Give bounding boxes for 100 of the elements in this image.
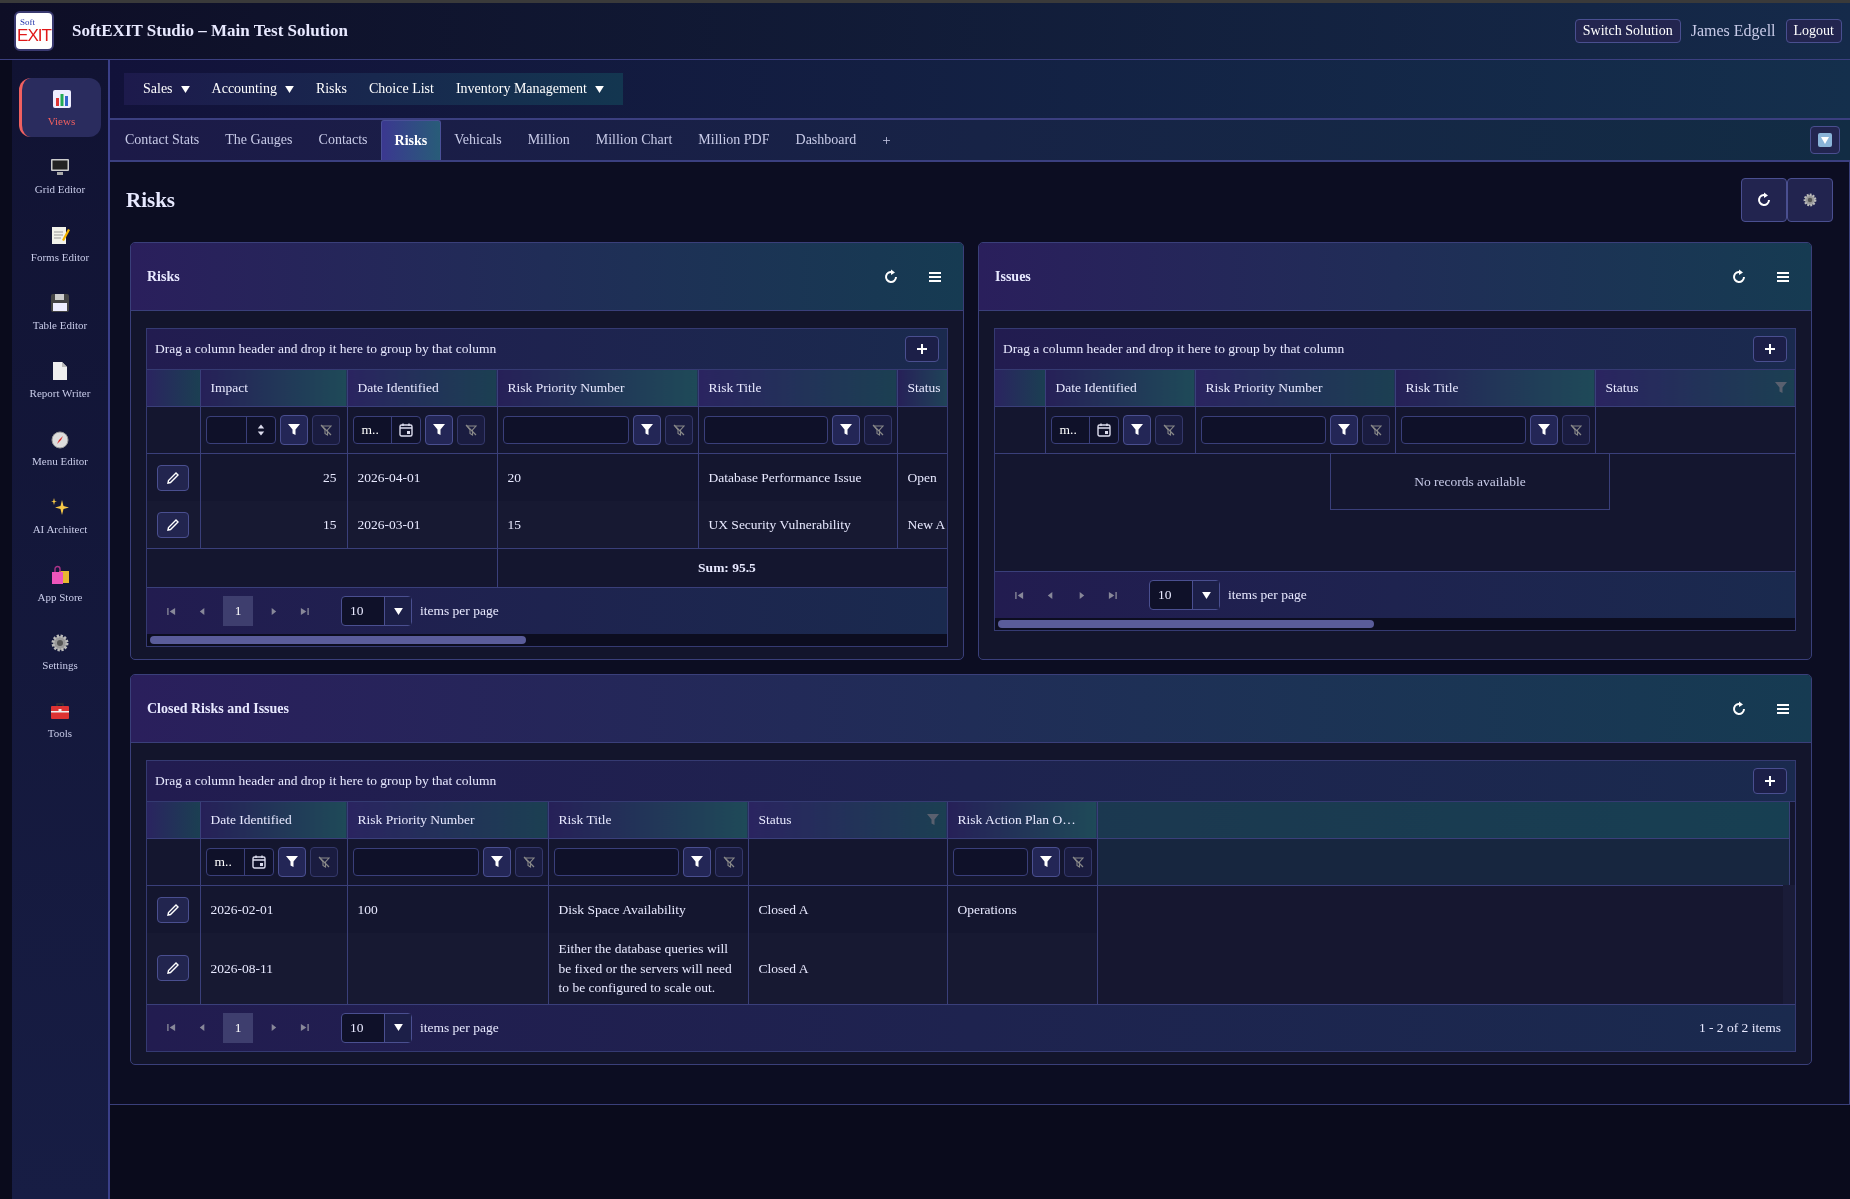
horizontal-scrollbar[interactable]: [995, 618, 1795, 630]
calendar-icon[interactable]: [398, 423, 413, 437]
clear-filter-button[interactable]: [664, 415, 693, 445]
add-button[interactable]: [905, 336, 939, 362]
number-filter-field[interactable]: [205, 416, 276, 444]
date-filter-field[interactable]: m..: [205, 848, 274, 876]
filter-button[interactable]: [1329, 415, 1358, 445]
tab[interactable]: Million Chart: [582, 120, 686, 160]
sidebar-item[interactable]: Views: [19, 78, 101, 137]
column-header[interactable]: Date Identified: [200, 802, 347, 839]
tab[interactable]: Risks: [380, 120, 442, 160]
clear-filter-button[interactable]: [1063, 847, 1092, 877]
tab[interactable]: The Gauges: [212, 120, 306, 160]
column-header[interactable]: Risk Priority Number: [347, 802, 548, 839]
refresh-button[interactable]: [1741, 178, 1787, 222]
page-size-dropdown[interactable]: 10: [341, 596, 412, 626]
tab[interactable]: Dashboard: [782, 120, 870, 160]
clear-filter-button[interactable]: [863, 415, 892, 445]
menu-item[interactable]: Sales: [143, 81, 173, 97]
clear-filter-button[interactable]: [514, 847, 543, 877]
settings-icon: [1802, 192, 1818, 208]
settings-button[interactable]: [1787, 178, 1833, 222]
horizontal-scrollbar[interactable]: [147, 634, 947, 646]
column-header[interactable]: Date Identified: [347, 370, 497, 407]
clear-filter-button[interactable]: [311, 415, 340, 445]
date-filter-field[interactable]: m..: [1050, 416, 1119, 444]
sidebar-item[interactable]: Forms Editor: [19, 214, 101, 273]
column-header[interactable]: Risk Action Plan O…: [947, 802, 1097, 839]
dropdown-button[interactable]: [1810, 126, 1840, 154]
column-header[interactable]: Status: [1595, 370, 1795, 407]
calendar-icon[interactable]: [1096, 423, 1111, 437]
filter-button[interactable]: [482, 847, 511, 877]
spinner-icon[interactable]: [256, 423, 265, 437]
edit-button[interactable]: [157, 896, 190, 923]
tab[interactable]: Million PDF: [685, 120, 783, 160]
tab[interactable]: Contact Stats: [112, 120, 213, 160]
menu-item[interactable]: Accounting: [211, 81, 277, 97]
sidebar-item[interactable]: Tools: [19, 690, 101, 749]
add-button[interactable]: [1753, 336, 1787, 362]
filter-button[interactable]: [1122, 415, 1151, 445]
sidebar-item[interactable]: AI Architect: [19, 486, 101, 545]
sidebar-item[interactable]: Report Writer: [19, 350, 101, 409]
column-header[interactable]: Status: [748, 802, 947, 839]
column-header[interactable]: Risk Title: [548, 802, 748, 839]
column-header[interactable]: Risk Title: [698, 370, 897, 407]
switch-solution-button[interactable]: Switch Solution: [1574, 19, 1681, 43]
filter-button[interactable]: [279, 415, 308, 445]
sidebar-item[interactable]: Grid Editor: [19, 146, 101, 205]
column-header[interactable]: Impact: [200, 370, 347, 407]
menu-item[interactable]: Risks: [315, 81, 347, 97]
caret-icon[interactable]: [180, 85, 190, 93]
column-header[interactable]: Risk Title: [1395, 370, 1595, 407]
caret-icon[interactable]: [594, 85, 604, 93]
clear-filter-button[interactable]: [309, 847, 338, 877]
column-header[interactable]: Risk Priority Number: [497, 370, 698, 407]
clear-filter-button[interactable]: [1154, 415, 1183, 445]
text-filter-field[interactable]: [553, 848, 679, 876]
filter-button[interactable]: [1031, 847, 1060, 877]
caret-icon[interactable]: [284, 85, 294, 93]
menu-item[interactable]: Inventory Management: [455, 81, 587, 97]
edit-button[interactable]: [157, 511, 190, 538]
filter-button[interactable]: [682, 847, 711, 877]
sidebar-item[interactable]: Settings: [19, 622, 101, 681]
filter-button[interactable]: [277, 847, 306, 877]
menu-item[interactable]: Choice List: [369, 81, 434, 97]
add-button[interactable]: [1753, 768, 1787, 794]
sidebar-item[interactable]: Menu Editor: [19, 418, 101, 477]
page-button[interactable]: 1: [223, 1012, 253, 1043]
text-filter-field[interactable]: [502, 416, 629, 444]
clear-filter-button[interactable]: [456, 415, 485, 445]
edit-button[interactable]: [157, 955, 190, 982]
clear-filter-button[interactable]: [1361, 415, 1390, 445]
tab[interactable]: Million: [514, 120, 583, 160]
page-size-dropdown[interactable]: 10: [1149, 580, 1220, 610]
filter-button[interactable]: [831, 415, 860, 445]
tab[interactable]: Contacts: [305, 120, 381, 160]
column-header[interactable]: Risk Priority Number: [1195, 370, 1395, 407]
column-header[interactable]: Status: [897, 370, 947, 407]
filter-button[interactable]: [424, 415, 453, 445]
edit-button[interactable]: [157, 464, 190, 491]
text-filter-field[interactable]: [1400, 416, 1526, 444]
items-per-page-label: items per page: [1228, 587, 1307, 603]
text-filter-field[interactable]: [1200, 416, 1326, 444]
text-filter-field[interactable]: [952, 848, 1028, 876]
sidebar-item[interactable]: App Store: [19, 554, 101, 613]
page-size-dropdown[interactable]: 10: [341, 1012, 412, 1043]
logout-button[interactable]: Logout: [1785, 19, 1842, 43]
text-filter-field[interactable]: [703, 416, 828, 444]
add-tab-button[interactable]: +: [869, 120, 904, 160]
filter-button[interactable]: [632, 415, 661, 445]
clear-filter-button[interactable]: [714, 847, 743, 877]
page-button[interactable]: 1: [223, 596, 253, 626]
sidebar-item[interactable]: Table Editor: [19, 282, 101, 341]
column-header[interactable]: Date Identified: [1045, 370, 1195, 407]
clear-filter-button[interactable]: [1561, 415, 1590, 445]
calendar-icon[interactable]: [251, 855, 266, 869]
tab[interactable]: Vehicals: [441, 120, 515, 160]
date-filter-field[interactable]: m..: [352, 416, 421, 444]
text-filter-field[interactable]: [352, 848, 479, 876]
filter-button[interactable]: [1529, 415, 1558, 445]
